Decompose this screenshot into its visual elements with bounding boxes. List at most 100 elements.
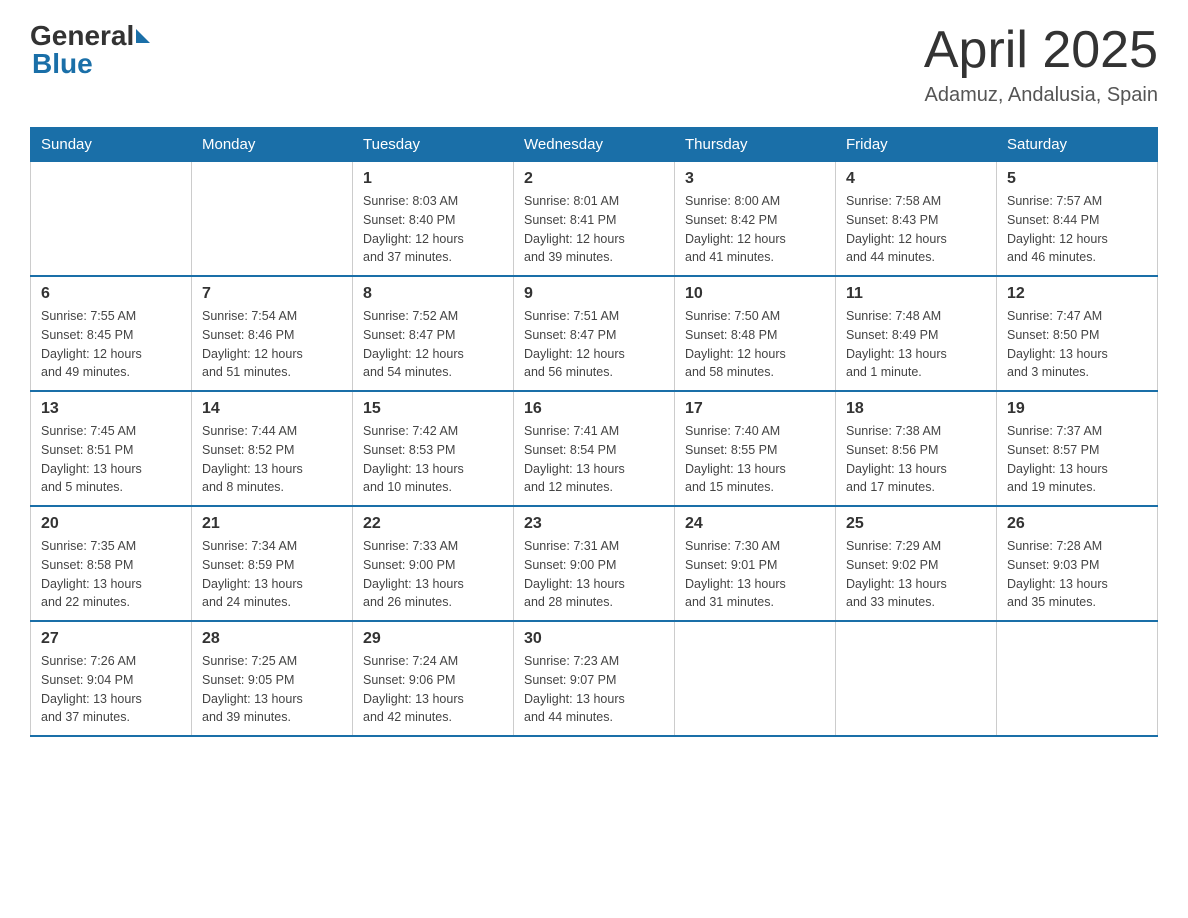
calendar-header: SundayMondayTuesdayWednesdayThursdayFrid… <box>31 128 1158 162</box>
weekday-header-tuesday: Tuesday <box>353 128 514 162</box>
calendar-cell <box>836 621 997 736</box>
day-number: 26 <box>1007 515 1147 533</box>
calendar-week-2: 6 Sunrise: 7:55 AMSunset: 8:45 PMDaylight… <box>31 276 1158 391</box>
calendar-cell: 29 Sunrise: 7:24 AMSunset: 9:06 PMDayligh… <box>353 621 514 736</box>
calendar-subtitle: Adamuz, Andalusia, Spain <box>924 84 1158 107</box>
day-number: 9 <box>524 285 664 303</box>
day-number: 27 <box>41 630 181 648</box>
day-number: 1 <box>363 170 503 188</box>
day-number: 18 <box>846 400 986 418</box>
day-info: Sunrise: 7:45 AMSunset: 8:51 PMDaylight:… <box>41 422 181 497</box>
day-number: 28 <box>202 630 342 648</box>
calendar-cell: 21Sunrise: 7:34 AMSunset: 8:59 PMDayligh… <box>192 506 353 621</box>
day-number: 22 <box>363 515 503 533</box>
day-number: 8 <box>363 285 503 303</box>
weekday-header-monday: Monday <box>192 128 353 162</box>
day-info: Sunrise: 7:41 AMSunset: 8:54 PMDaylight:… <box>524 422 664 497</box>
day-info: Sunrise: 7:58 AMSunset: 8:43 PMDaylight:… <box>846 192 986 267</box>
logo-blue-text: Blue <box>32 48 93 80</box>
calendar-cell: 4 Sunrise: 7:58 AMSunset: 8:43 PMDaylight… <box>836 162 997 277</box>
day-number: 29 <box>363 630 503 648</box>
calendar-cell: 22 Sunrise: 7:33 AMSunset: 9:00 PMDayligh… <box>353 506 514 621</box>
calendar-table: SundayMondayTuesdayWednesdayThursdayFrid… <box>30 127 1158 737</box>
weekday-header-friday: Friday <box>836 128 997 162</box>
calendar-cell: 11 Sunrise: 7:48 AMSunset: 8:49 PMDayligh… <box>836 276 997 391</box>
calendar-cell: 8 Sunrise: 7:52 AMSunset: 8:47 PMDaylight… <box>353 276 514 391</box>
weekday-header-thursday: Thursday <box>675 128 836 162</box>
day-number: 12 <box>1007 285 1147 303</box>
calendar-cell: 3Sunrise: 8:00 AMSunset: 8:42 PMDaylight… <box>675 162 836 277</box>
calendar-cell: 10 Sunrise: 7:50 AMSunset: 8:48 PMDayligh… <box>675 276 836 391</box>
day-info: Sunrise: 7:25 AMSunset: 9:05 PMDaylight:… <box>202 652 342 727</box>
day-number: 7 <box>202 285 342 303</box>
day-info: Sunrise: 7:31 AMSunset: 9:00 PMDaylight:… <box>524 537 664 612</box>
weekday-header-wednesday: Wednesday <box>514 128 675 162</box>
day-number: 6 <box>41 285 181 303</box>
day-number: 13 <box>41 400 181 418</box>
day-number: 24 <box>685 515 825 533</box>
day-number: 3 <box>685 170 825 188</box>
calendar-cell <box>675 621 836 736</box>
calendar-cell: 18 Sunrise: 7:38 AMSunset: 8:56 PMDayligh… <box>836 391 997 506</box>
calendar-cell: 9Sunrise: 7:51 AMSunset: 8:47 PMDaylight… <box>514 276 675 391</box>
day-number: 14 <box>202 400 342 418</box>
day-number: 16 <box>524 400 664 418</box>
day-number: 25 <box>846 515 986 533</box>
day-number: 15 <box>363 400 503 418</box>
calendar-cell: 1 Sunrise: 8:03 AMSunset: 8:40 PMDaylight… <box>353 162 514 277</box>
day-number: 5 <box>1007 170 1147 188</box>
day-info: Sunrise: 7:44 AMSunset: 8:52 PMDaylight:… <box>202 422 342 497</box>
day-info: Sunrise: 7:52 AMSunset: 8:47 PMDaylight:… <box>363 307 503 382</box>
calendar-cell: 19Sunrise: 7:37 AMSunset: 8:57 PMDayligh… <box>997 391 1158 506</box>
day-info: Sunrise: 7:30 AMSunset: 9:01 PMDaylight:… <box>685 537 825 612</box>
day-info: Sunrise: 7:33 AMSunset: 9:00 PMDaylight:… <box>363 537 503 612</box>
logo: General Blue <box>30 20 150 80</box>
weekday-header-row: SundayMondayTuesdayWednesdayThursdayFrid… <box>31 128 1158 162</box>
calendar-cell: 25 Sunrise: 7:29 AMSunset: 9:02 PMDayligh… <box>836 506 997 621</box>
calendar-cell: 28 Sunrise: 7:25 AMSunset: 9:05 PMDayligh… <box>192 621 353 736</box>
day-info: Sunrise: 7:50 AMSunset: 8:48 PMDaylight:… <box>685 307 825 382</box>
day-number: 30 <box>524 630 664 648</box>
day-info: Sunrise: 7:38 AMSunset: 8:56 PMDaylight:… <box>846 422 986 497</box>
calendar-cell: 15Sunrise: 7:42 AMSunset: 8:53 PMDayligh… <box>353 391 514 506</box>
calendar-cell: 30Sunrise: 7:23 AMSunset: 9:07 PMDayligh… <box>514 621 675 736</box>
calendar-cell: 20 Sunrise: 7:35 AMSunset: 8:58 PMDayligh… <box>31 506 192 621</box>
calendar-week-5: 27 Sunrise: 7:26 AMSunset: 9:04 PMDayligh… <box>31 621 1158 736</box>
day-info: Sunrise: 7:26 AMSunset: 9:04 PMDaylight:… <box>41 652 181 727</box>
calendar-cell <box>31 162 192 277</box>
day-number: 20 <box>41 515 181 533</box>
day-info: Sunrise: 7:37 AMSunset: 8:57 PMDaylight:… <box>1007 422 1147 497</box>
title-section: April 2025 Adamuz, Andalusia, Spain <box>924 20 1158 107</box>
calendar-cell: 14 Sunrise: 7:44 AMSunset: 8:52 PMDayligh… <box>192 391 353 506</box>
logo-arrow-icon <box>136 29 150 43</box>
day-info: Sunrise: 7:35 AMSunset: 8:58 PMDaylight:… <box>41 537 181 612</box>
calendar-body: 1 Sunrise: 8:03 AMSunset: 8:40 PMDaylight… <box>31 162 1158 737</box>
day-info: Sunrise: 8:03 AMSunset: 8:40 PMDaylight:… <box>363 192 503 267</box>
day-number: 23 <box>524 515 664 533</box>
page-header: General Blue April 2025 Adamuz, Andalusi… <box>30 20 1158 107</box>
day-info: Sunrise: 7:28 AMSunset: 9:03 PMDaylight:… <box>1007 537 1147 612</box>
day-number: 10 <box>685 285 825 303</box>
calendar-cell: 2Sunrise: 8:01 AMSunset: 8:41 PMDaylight… <box>514 162 675 277</box>
calendar-cell <box>997 621 1158 736</box>
day-info: Sunrise: 7:29 AMSunset: 9:02 PMDaylight:… <box>846 537 986 612</box>
calendar-cell: 26 Sunrise: 7:28 AMSunset: 9:03 PMDayligh… <box>997 506 1158 621</box>
day-number: 17 <box>685 400 825 418</box>
calendar-cell: 7Sunrise: 7:54 AMSunset: 8:46 PMDaylight… <box>192 276 353 391</box>
day-number: 4 <box>846 170 986 188</box>
calendar-cell: 23 Sunrise: 7:31 AMSunset: 9:00 PMDayligh… <box>514 506 675 621</box>
calendar-week-1: 1 Sunrise: 8:03 AMSunset: 8:40 PMDaylight… <box>31 162 1158 277</box>
calendar-cell: 6 Sunrise: 7:55 AMSunset: 8:45 PMDaylight… <box>31 276 192 391</box>
calendar-week-3: 13 Sunrise: 7:45 AMSunset: 8:51 PMDayligh… <box>31 391 1158 506</box>
calendar-cell: 24 Sunrise: 7:30 AMSunset: 9:01 PMDayligh… <box>675 506 836 621</box>
calendar-cell: 16 Sunrise: 7:41 AMSunset: 8:54 PMDayligh… <box>514 391 675 506</box>
day-info: Sunrise: 7:40 AMSunset: 8:55 PMDaylight:… <box>685 422 825 497</box>
day-info: Sunrise: 7:47 AMSunset: 8:50 PMDaylight:… <box>1007 307 1147 382</box>
calendar-cell: 13 Sunrise: 7:45 AMSunset: 8:51 PMDayligh… <box>31 391 192 506</box>
day-info: Sunrise: 7:48 AMSunset: 8:49 PMDaylight:… <box>846 307 986 382</box>
day-info: Sunrise: 7:24 AMSunset: 9:06 PMDaylight:… <box>363 652 503 727</box>
day-info: Sunrise: 7:34 AMSunset: 8:59 PMDaylight:… <box>202 537 342 612</box>
day-info: Sunrise: 7:55 AMSunset: 8:45 PMDaylight:… <box>41 307 181 382</box>
calendar-cell: 17 Sunrise: 7:40 AMSunset: 8:55 PMDayligh… <box>675 391 836 506</box>
day-number: 11 <box>846 285 986 303</box>
